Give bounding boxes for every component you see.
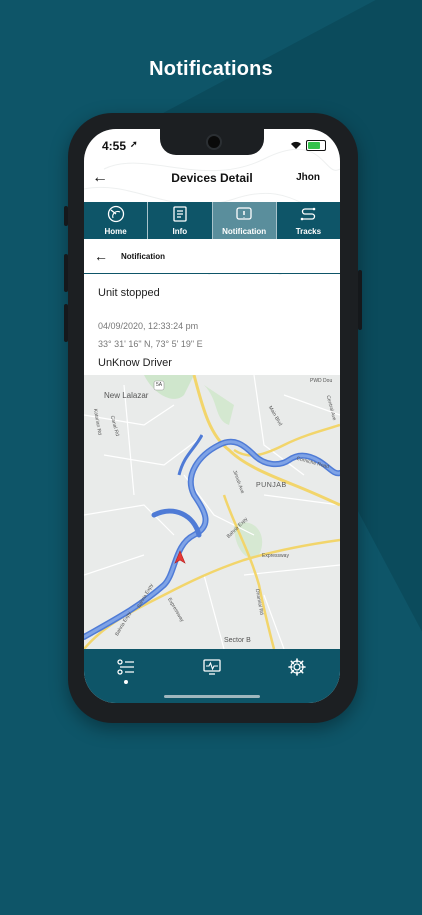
info-icon: [173, 206, 187, 222]
back-arrow-icon[interactable]: ←: [94, 248, 108, 264]
notification-datetime: 04/09/2020, 12:33:24 pm: [98, 321, 199, 331]
map-shield-5a: 5A: [156, 382, 163, 388]
wifi-icon: [291, 141, 301, 149]
home-icon: [107, 205, 124, 223]
phone-power-button: [358, 270, 362, 330]
map-graphic: [84, 375, 340, 649]
battery-icon: [306, 140, 326, 151]
phone-screen: 4:55 ➚ ← Devices Detail Jhon Home Info N…: [84, 129, 340, 703]
tab-tracks-label: Tracks: [295, 227, 322, 236]
active-indicator-dot: [124, 680, 128, 684]
user-name[interactable]: Jhon: [296, 172, 320, 183]
map-label-new-lalazar: New Lalazar: [104, 391, 149, 400]
tab-notification[interactable]: Notification: [212, 202, 277, 239]
home-indicator: [164, 695, 260, 698]
status-time: 4:55: [102, 139, 127, 153]
tab-info-label: Info: [172, 227, 188, 236]
notification-driver: UnKnow Driver: [98, 357, 172, 369]
map-view[interactable]: New Lalazar PUNJAB Sector B PWD Dou Main…: [84, 375, 340, 649]
phone-volume-up: [64, 254, 68, 292]
location-arrow-icon: ➚: [130, 139, 138, 149]
notification-coordinates: 33° 31' 16" N, 73° 5' 19" E: [98, 339, 203, 349]
notification-card: Unit stopped 04/09/2020, 12:33:24 pm 33°…: [84, 275, 340, 375]
notification-subheader: ← Notification: [84, 243, 340, 274]
map-label-punjab: PUNJAB: [256, 482, 287, 489]
tab-info[interactable]: Info: [148, 202, 213, 239]
monitor-icon[interactable]: [202, 657, 222, 677]
front-camera: [206, 134, 222, 150]
notification-status: Unit stopped: [98, 287, 160, 299]
page-headline: Notifications: [149, 58, 273, 80]
notification-icon: [236, 207, 252, 220]
notch: [160, 129, 264, 155]
map-label-pwd: PWD Dou: [310, 378, 333, 384]
gear-icon[interactable]: [287, 657, 307, 677]
tab-bar: Home Info Notification Tracks: [84, 202, 340, 239]
tab-home-label: Home: [104, 227, 127, 236]
subheader-label: Notification: [121, 252, 165, 261]
bottom-nav: [84, 649, 340, 703]
app-header: ← Devices Detail Jhon: [84, 163, 340, 199]
tab-home[interactable]: Home: [84, 202, 149, 239]
phone-volume-down: [64, 304, 68, 342]
list-icon[interactable]: [116, 657, 136, 677]
tracks-icon: [301, 207, 316, 221]
phone-mute-switch: [64, 206, 68, 226]
map-label-sector-b: Sector B: [224, 637, 251, 644]
tab-notification-label: Notification: [222, 227, 267, 236]
tab-tracks[interactable]: Tracks: [277, 202, 340, 239]
map-label-expressway: Expressway: [262, 553, 289, 559]
